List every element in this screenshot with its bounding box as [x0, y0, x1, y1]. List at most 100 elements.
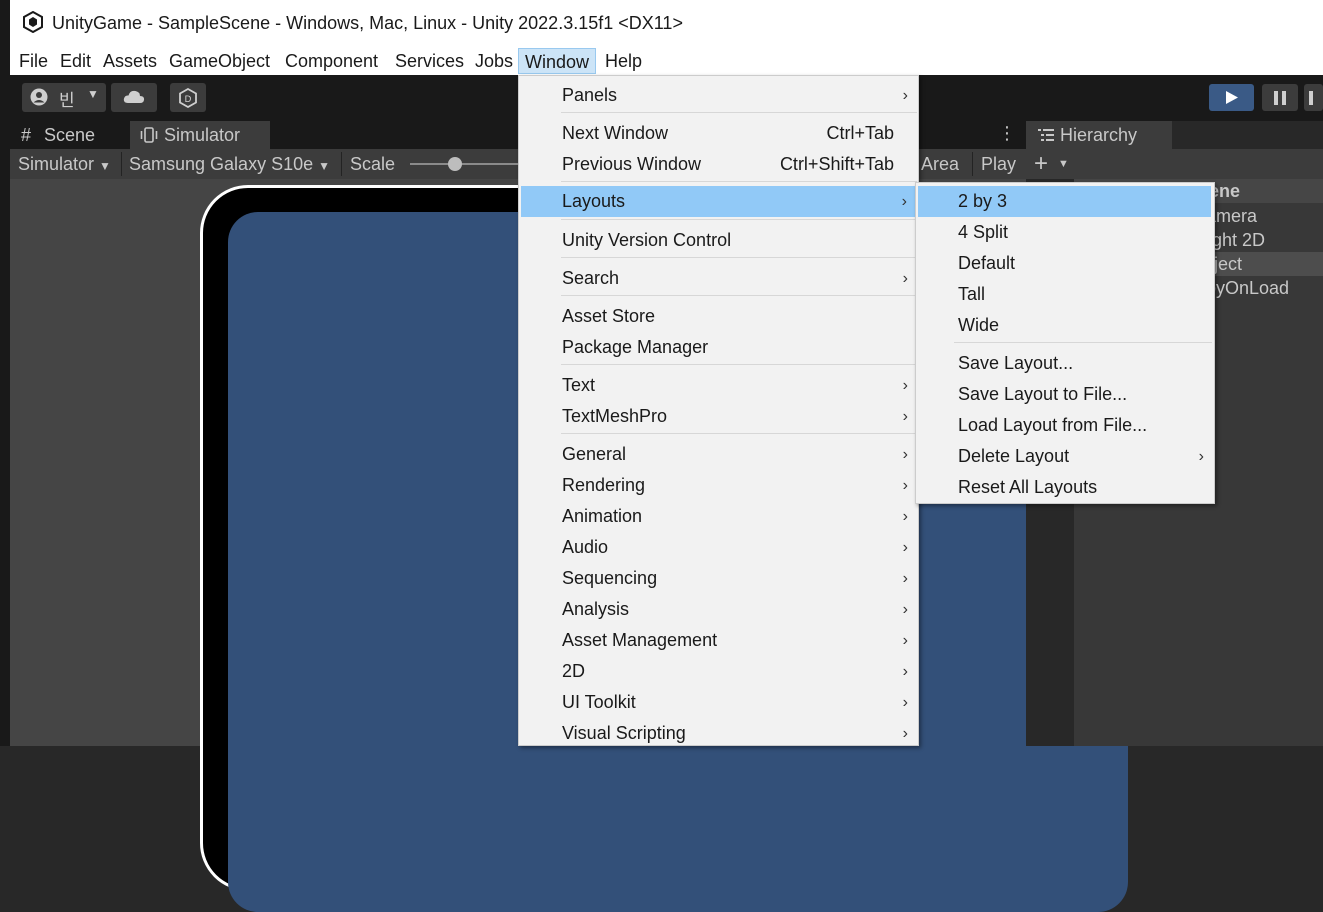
menu-item-label: Save Layout...	[958, 353, 1074, 373]
chevron-right-icon: ›	[902, 725, 908, 742]
menu-item-previous-window[interactable]: Previous Window Ctrl+Shift+Tab	[519, 149, 918, 180]
pause-icon	[1274, 91, 1286, 105]
menu-item-load-layout-from-file[interactable]: Load Layout from File...	[916, 410, 1214, 441]
menu-item-animation[interactable]: Animation ›	[519, 501, 918, 532]
menu-window[interactable]: Window	[518, 48, 597, 74]
unity-logo-icon	[23, 11, 43, 33]
menu-item-analysis[interactable]: Analysis ›	[519, 594, 918, 625]
chevron-right-icon: ›	[902, 508, 908, 525]
menu-item-label: Package Manager	[562, 337, 709, 357]
menu-help[interactable]: Help	[599, 48, 648, 74]
menu-item-textmeshpro[interactable]: TextMeshPro ›	[519, 401, 918, 432]
menu-item-label: Reset All Layouts	[958, 477, 1098, 497]
menu-item-text[interactable]: Text ›	[519, 370, 918, 401]
menu-item-2-by-3[interactable]: 2 by 3	[918, 186, 1211, 217]
account-icon	[30, 88, 48, 106]
menu-item-label: Tall	[958, 284, 986, 304]
safe-area-toggle[interactable]: Area	[921, 149, 959, 179]
divider	[972, 152, 973, 176]
simulator-mode-dropdown[interactable]: Simulator ▼	[18, 149, 111, 179]
menu-item-save-layout-to-file[interactable]: Save Layout to File...	[916, 379, 1214, 410]
menu-item-reset-all-layouts[interactable]: Reset All Layouts	[916, 472, 1214, 503]
menu-item-label: 2D	[562, 661, 586, 681]
menu-separator	[561, 219, 917, 220]
chevron-right-icon: ›	[902, 477, 908, 494]
hierarchy-toolbar: + ▼	[1026, 149, 1323, 179]
tab-simulator-label: Simulator	[164, 125, 241, 145]
tab-scene[interactable]: # Scene	[10, 121, 128, 149]
title-bar: UnityGame - SampleScene - Windows, Mac, …	[10, 0, 1323, 48]
menu-item-sequencing[interactable]: Sequencing ›	[519, 563, 918, 594]
chevron-right-icon: ›	[1198, 448, 1204, 465]
menu-assets[interactable]: Assets	[97, 48, 163, 74]
menu-edit[interactable]: Edit	[54, 48, 97, 74]
menu-item-label: Wide	[958, 315, 1000, 335]
menu-item-label: Audio	[562, 537, 609, 557]
menu-separator	[561, 295, 917, 296]
grid-icon: #	[21, 125, 32, 145]
menu-item-unity-version-control[interactable]: Unity Version Control	[519, 225, 918, 256]
menu-item-next-window[interactable]: Next Window Ctrl+Tab	[519, 118, 918, 149]
tab-hierarchy[interactable]: Hierarchy	[1026, 121, 1172, 149]
menu-separator	[561, 112, 917, 113]
step-button[interactable]	[1304, 84, 1323, 111]
menu-gameobject[interactable]: GameObject	[163, 48, 276, 74]
menu-item-label: 4 Split	[958, 222, 1009, 242]
menu-item-label: Rendering	[562, 475, 646, 495]
add-icon[interactable]: +	[1034, 149, 1048, 179]
scale-slider-track[interactable]	[410, 163, 520, 165]
chevron-down-icon: ▼	[318, 159, 331, 173]
menu-item-wide[interactable]: Wide	[916, 310, 1214, 341]
chevron-right-icon: ›	[901, 193, 907, 210]
menu-item-label: General	[562, 444, 627, 464]
menu-item-delete-layout[interactable]: Delete Layout ›	[916, 441, 1214, 472]
menu-item-layouts[interactable]: Layouts ›	[521, 186, 915, 217]
scale-slider-handle[interactable]	[448, 157, 462, 171]
hierarchy-icon	[1038, 129, 1054, 141]
menu-item-label: Panels	[562, 85, 618, 105]
device-label: Samsung Galaxy S10e	[129, 154, 314, 174]
menu-component[interactable]: Component	[279, 48, 384, 74]
menu-item-shortcut: Ctrl+Shift+Tab	[779, 154, 894, 174]
play-icon	[1226, 91, 1238, 104]
chevron-down-icon: ▼	[87, 87, 99, 101]
play-mode-toggle[interactable]: Play	[981, 149, 1016, 179]
chevron-right-icon: ›	[902, 663, 908, 680]
play-button[interactable]	[1209, 84, 1254, 111]
menu-item-asset-store[interactable]: Asset Store	[519, 301, 918, 332]
device-dropdown[interactable]: Samsung Galaxy S10e ▼	[129, 149, 330, 179]
unity-cloud-diagnostics-button[interactable]: D	[170, 83, 206, 112]
pause-button[interactable]	[1262, 84, 1298, 111]
cloud-icon	[123, 90, 145, 103]
tab-simulator[interactable]: Simulator	[130, 121, 270, 149]
menu-item-panels[interactable]: Panels ›	[519, 80, 918, 111]
menu-item-label: 2 by 3	[958, 191, 1008, 211]
cloud-button[interactable]	[111, 83, 157, 112]
chevron-right-icon: ›	[902, 87, 908, 104]
layouts-submenu: 2 by 3 4 Split Default Tall Wide Save La…	[915, 182, 1215, 504]
menu-item-general[interactable]: General ›	[519, 439, 918, 470]
chevron-down-icon[interactable]: ▼	[1058, 149, 1069, 179]
menu-item-4-split[interactable]: 4 Split	[916, 217, 1214, 248]
divider	[121, 152, 122, 176]
menu-item-ui-toolkit[interactable]: UI Toolkit ›	[519, 687, 918, 718]
menu-jobs[interactable]: Jobs	[469, 48, 519, 74]
account-button[interactable]: 빈 ▼	[22, 83, 106, 112]
menu-item-tall[interactable]: Tall	[916, 279, 1214, 310]
menu-item-rendering[interactable]: Rendering ›	[519, 470, 918, 501]
chevron-right-icon: ›	[902, 377, 908, 394]
menu-item-default[interactable]: Default	[916, 248, 1214, 279]
menu-item-audio[interactable]: Audio ›	[519, 532, 918, 563]
menu-item-visual-scripting[interactable]: Visual Scripting ›	[519, 718, 918, 749]
menu-item-2d[interactable]: 2D ›	[519, 656, 918, 687]
menu-item-package-manager[interactable]: Package Manager	[519, 332, 918, 363]
chevron-right-icon: ›	[902, 408, 908, 425]
menu-services[interactable]: Services	[389, 48, 470, 74]
menu-file[interactable]: File	[13, 48, 54, 74]
menu-item-asset-management[interactable]: Asset Management ›	[519, 625, 918, 656]
chevron-right-icon: ›	[902, 632, 908, 649]
more-options-icon[interactable]: ⋮	[998, 123, 1016, 144]
menu-item-label: Unity Version Control	[562, 230, 732, 250]
menu-item-search[interactable]: Search ›	[519, 263, 918, 294]
menu-item-save-layout[interactable]: Save Layout...	[916, 348, 1214, 379]
